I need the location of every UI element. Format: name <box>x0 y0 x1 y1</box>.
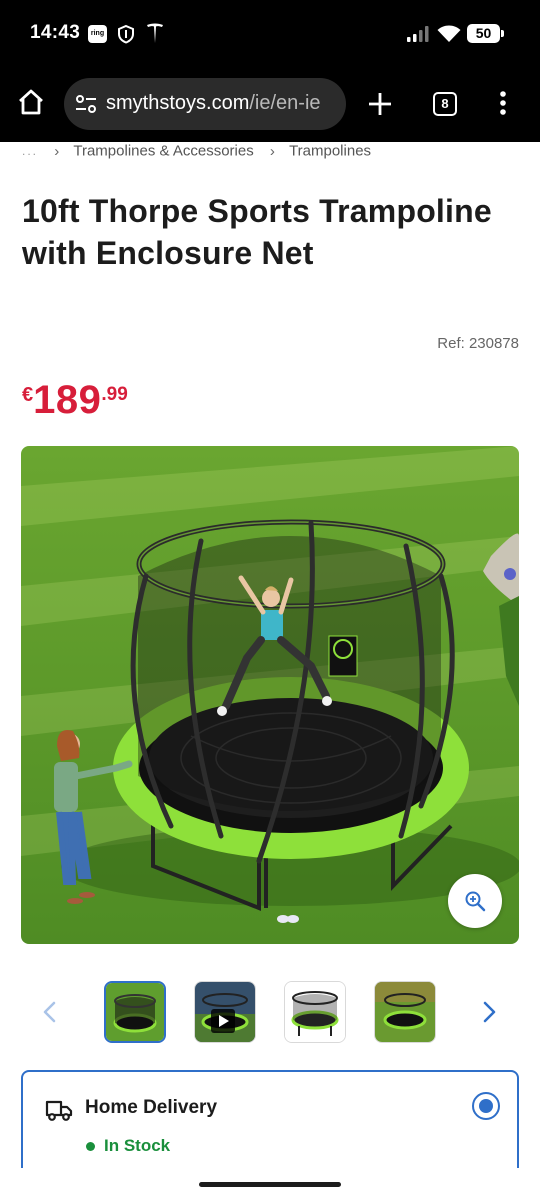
radio-selected-icon[interactable] <box>472 1092 500 1120</box>
price-main: 189 <box>33 378 102 422</box>
price-cents: .99 <box>101 384 128 405</box>
menu-icon[interactable] <box>499 90 507 116</box>
plus-icon[interactable] <box>367 91 393 117</box>
breadcrumb-ellipsis[interactable]: ... <box>22 144 38 158</box>
battery-icon: 50 <box>467 24 504 43</box>
tabs-icon[interactable]: 8 <box>433 92 457 116</box>
chevron-right-icon: › <box>54 142 60 160</box>
stock-status-dot <box>86 1142 95 1151</box>
wifi-icon <box>437 25 461 42</box>
product-image[interactable] <box>21 446 519 944</box>
home-indicator[interactable] <box>199 1182 341 1187</box>
product-price: €189.99 <box>22 378 128 423</box>
status-time: 14:43 <box>30 22 81 43</box>
home-icon[interactable] <box>16 88 46 116</box>
product-title: 10ft Thorpe Sports Trampoline with Enclo… <box>22 193 492 271</box>
thumbnail-1[interactable] <box>104 981 166 1043</box>
zoom-button[interactable] <box>448 874 502 928</box>
url-path: /ie/en-ie <box>249 92 321 114</box>
chevron-right-icon[interactable] <box>479 1000 499 1024</box>
price-currency: € <box>22 384 34 406</box>
url-text: smythstoys.com/ie/en-ie <box>106 92 338 115</box>
breadcrumb-item-trampolines[interactable]: Trampolines <box>289 143 371 160</box>
shield-icon <box>118 24 134 44</box>
status-bar: 14:43 ring 50 <box>0 0 540 66</box>
signal-icon <box>407 26 429 42</box>
breadcrumb: ... › Trampolines & Accessories › Trampo… <box>22 142 371 162</box>
product-ref: Ref: 230878 <box>437 335 519 352</box>
ring-icon: ring <box>88 25 107 43</box>
delivery-title: Home Delivery <box>85 1097 218 1118</box>
url-domain: smythstoys.com <box>106 92 250 114</box>
truck-icon <box>45 1100 73 1121</box>
chevron-left-icon[interactable] <box>40 1000 60 1024</box>
thumbnail-4[interactable] <box>374 981 436 1043</box>
trampoline-photo <box>21 446 519 944</box>
thumbnail-3[interactable] <box>284 981 346 1043</box>
zoom-in-icon <box>465 891 486 912</box>
chevron-right-icon: › <box>269 142 275 160</box>
tune-icon[interactable] <box>74 93 98 115</box>
breadcrumb-item-trampolines-accessories[interactable]: Trampolines & Accessories <box>73 143 253 160</box>
thumbnail-2-video[interactable] <box>194 981 256 1043</box>
address-bar[interactable]: smythstoys.com/ie/en-ie <box>64 78 346 130</box>
tesla-icon <box>147 23 163 43</box>
stock-status: In Stock <box>104 1136 171 1155</box>
browser-toolbar: smythstoys.com/ie/en-ie 8 <box>0 66 540 142</box>
